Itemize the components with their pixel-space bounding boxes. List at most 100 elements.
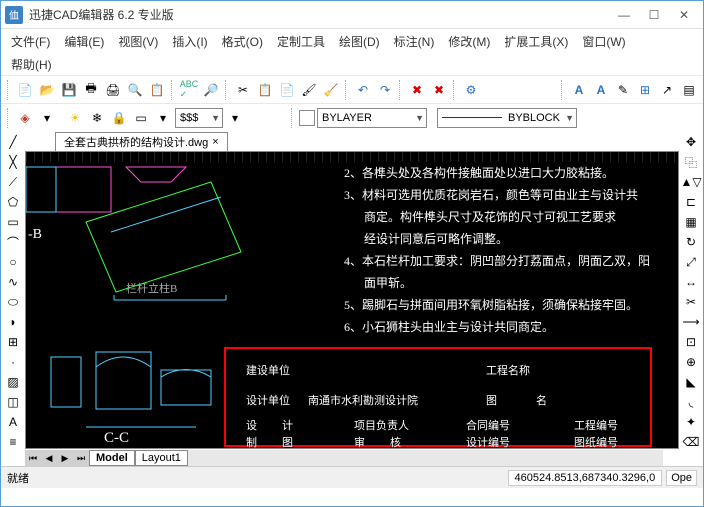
menu-draw[interactable]: 绘图(D) [333, 31, 386, 52]
circle-tool[interactable]: ○ [3, 253, 23, 271]
menu-help[interactable]: 帮助(H) [11, 56, 52, 73]
text-tool-button[interactable]: ✎ [613, 80, 633, 100]
rectangle-tool[interactable]: ▭ [3, 213, 23, 231]
menu-insert[interactable]: 插入(I) [166, 31, 213, 52]
scale-tool[interactable]: ⤢ [681, 253, 701, 271]
menu-format[interactable]: 格式(O) [216, 31, 269, 52]
menu-modify[interactable]: 修改(M) [442, 31, 496, 52]
document-tab[interactable]: 全套古典拱桥的结构设计.dwg × [55, 132, 228, 151]
layer-name-combo[interactable]: $$$▼ [175, 108, 223, 128]
toolbar-standard: 📄 📂 💾 🖶 🖨 🔍 📋 ABC✓ 🔎 ✂ 📋 📄 🖌 🧹 ↶ ↷ ✖ ✖ ⚙… [1, 75, 703, 103]
leader-button[interactable]: ↗ [657, 80, 677, 100]
layer-prev-button[interactable]: ▾ [225, 108, 245, 128]
polygon-tool[interactable]: ⬠ [3, 193, 23, 211]
minimize-button[interactable]: — [609, 5, 639, 25]
color-combo[interactable]: BYLAYER▼ [317, 108, 427, 128]
layer-color-button[interactable]: ▾ [153, 108, 173, 128]
paste-button[interactable]: 📄 [277, 80, 297, 100]
ellipse-arc-tool[interactable]: ◗ [3, 313, 23, 331]
cancel-render-button[interactable]: ✖ [407, 80, 427, 100]
table-button[interactable]: ▤ [679, 80, 699, 100]
polyline-tool[interactable]: ⟋ [3, 173, 23, 191]
cut-button[interactable]: ✂ [233, 80, 253, 100]
open-button[interactable]: 📂 [37, 80, 57, 100]
text-a1-button[interactable]: A [569, 80, 589, 100]
erase-button[interactable]: 🧹 [321, 80, 341, 100]
menu-file[interactable]: 文件(F) [5, 31, 56, 52]
offset-tool[interactable]: ⊏ [681, 193, 701, 211]
spline-tool[interactable]: ∿ [3, 273, 23, 291]
mirror-tool[interactable]: ▲▽ [681, 173, 701, 191]
layer-off-button[interactable]: ▭ [131, 108, 151, 128]
tab-first-button[interactable]: ⏮ [25, 450, 41, 466]
tb-project-name-label: 工程名称 [486, 362, 530, 378]
copy-button[interactable]: 📋 [255, 80, 275, 100]
copy-tool[interactable]: ⿻ [681, 153, 701, 171]
tab-last-button[interactable]: ⏭ [73, 450, 89, 466]
save-button[interactable]: 💾 [59, 80, 79, 100]
layout-tab-layout1[interactable]: Layout1 [135, 450, 188, 466]
erase-tool[interactable]: ⌫ [681, 433, 701, 451]
menu-view[interactable]: 视图(V) [112, 31, 164, 52]
menu-window[interactable]: 窗口(W) [576, 31, 631, 52]
layout-tab-model[interactable]: Model [89, 450, 135, 466]
redraw-button[interactable]: ✖ [429, 80, 449, 100]
menu-edit[interactable]: 编辑(E) [58, 31, 110, 52]
document-tab-close[interactable]: × [212, 136, 218, 148]
hatch-tool[interactable]: ▨ [3, 373, 23, 391]
tab-next-button[interactable]: ▶ [57, 450, 73, 466]
menu-ext-tools[interactable]: 扩展工具(X) [498, 31, 574, 52]
break-tool[interactable]: ⊡ [681, 333, 701, 351]
canvas-wrap: 全套古典拱桥的结构设计.dwg × [25, 131, 679, 466]
xline-tool[interactable]: ╳ [3, 153, 23, 171]
spell-button[interactable]: ABC✓ [179, 80, 199, 100]
stretch-tool[interactable]: ↔ [681, 273, 701, 291]
fillet-tool[interactable]: ◟ [681, 393, 701, 411]
mline-tool[interactable]: ≡ [3, 433, 23, 451]
region-tool[interactable]: ◫ [3, 393, 23, 411]
close-button[interactable]: ✕ [669, 5, 699, 25]
tab-prev-button[interactable]: ◀ [41, 450, 57, 466]
label-section-cc: C-C [104, 430, 129, 447]
arc-tool[interactable]: ⌒ [3, 233, 23, 251]
array-tool[interactable]: ▦ [681, 213, 701, 231]
layer-lock-button[interactable]: 🔒 [109, 108, 129, 128]
extend-tool[interactable]: ⟶ [681, 313, 701, 331]
match-button[interactable]: 🖌 [299, 80, 319, 100]
explode-tool[interactable]: ✦ [681, 413, 701, 431]
layer-manager-button[interactable]: ◈ [15, 108, 35, 128]
current-color-swatch[interactable] [299, 110, 315, 126]
print-button[interactable]: 🖨 [103, 80, 123, 100]
ellipse-tool[interactable]: ⬭ [3, 293, 23, 311]
maximize-button[interactable]: ☐ [639, 5, 669, 25]
line-tool[interactable]: ╱ [3, 133, 23, 151]
layer-state-button[interactable]: ☀ [65, 108, 85, 128]
layer-freeze-button[interactable]: ❄ [87, 108, 107, 128]
block-tool[interactable]: ⊞ [3, 333, 23, 351]
rotate-tool[interactable]: ↻ [681, 233, 701, 251]
chamfer-tool[interactable]: ◣ [681, 373, 701, 391]
text-a2-button[interactable]: A [591, 80, 611, 100]
status-options[interactable]: Ope [666, 470, 697, 486]
move-tool[interactable]: ✥ [681, 133, 701, 151]
linetype-combo[interactable]: BYBLOCK ▼ [437, 108, 577, 128]
text-tool[interactable]: A [3, 413, 23, 431]
point-tool[interactable]: · [3, 353, 23, 371]
note-3a: 3、材料可选用优质花岗岩石，颜色等可由业主与设计共 [344, 186, 638, 203]
layer-dropdown-button[interactable]: ▾ [37, 108, 57, 128]
menu-annotate[interactable]: 标注(N) [388, 31, 441, 52]
redo-button[interactable]: ↷ [375, 80, 395, 100]
print-preview-button[interactable]: 🔍 [125, 80, 145, 100]
drawing-canvas[interactable]: -B 栏杆立柱B C-C 2、各榫头处及各构件接触面处以进口大力胶粘接。 3、材… [25, 151, 679, 449]
new-button[interactable]: 📄 [15, 80, 35, 100]
menu-custom-tools[interactable]: 定制工具 [271, 31, 331, 52]
main-area: ╱ ╳ ⟋ ⬠ ▭ ⌒ ○ ∿ ⬭ ◗ ⊞ · ▨ ◫ A ≡ 全套古典拱桥的结… [1, 131, 703, 466]
save-as-button[interactable]: 🖶 [81, 80, 101, 100]
trim-tool[interactable]: ✂ [681, 293, 701, 311]
join-tool[interactable]: ⊕ [681, 353, 701, 371]
plot-button[interactable]: 📋 [147, 80, 167, 100]
undo-button[interactable]: ↶ [353, 80, 373, 100]
find-button[interactable]: 🔎 [201, 80, 221, 100]
dim-button[interactable]: ⊞ [635, 80, 655, 100]
settings-button[interactable]: ⚙ [461, 80, 481, 100]
